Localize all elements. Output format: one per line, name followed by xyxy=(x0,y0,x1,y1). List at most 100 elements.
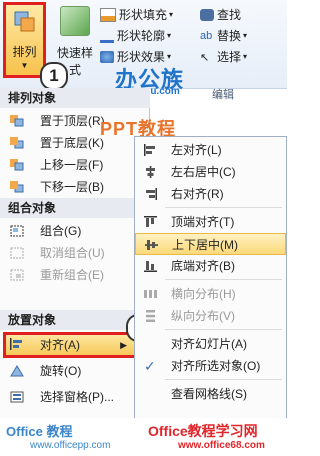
chevron-down-icon: ▾ xyxy=(167,31,172,40)
chevron-down-icon: ▾ xyxy=(169,10,174,19)
menu-item-bring-forward[interactable]: 上移一层(F) xyxy=(0,154,150,176)
divider xyxy=(165,207,282,208)
quick-style-icon xyxy=(60,6,90,36)
submenu-item-label: 对齐所选对象(O) xyxy=(171,359,261,373)
menu-item-align[interactable]: 对齐(A) ▶ xyxy=(3,332,138,358)
chevron-down-icon: ▾ xyxy=(243,52,248,61)
office-url-watermark: www.officepp.com xyxy=(30,440,111,451)
menu-item-label: 对齐(A) xyxy=(40,338,80,352)
submenu-item-label: 横向分布(H) xyxy=(171,287,236,301)
menu-item-label: 取消组合(U) xyxy=(40,246,105,260)
replace-button[interactable]: ab 替换 ▾ xyxy=(200,27,247,44)
align-middle-icon xyxy=(145,240,158,250)
distribute-horizontal-icon xyxy=(144,290,157,298)
paint-bucket-icon xyxy=(100,7,116,22)
section-header-group: 组合对象 xyxy=(0,198,150,218)
footer-watermark: Office 教程 www.officepp.com Office教程学习网 w… xyxy=(0,418,287,456)
menu-item-label: 旋转(O) xyxy=(40,364,82,378)
align-submenu: 左对齐(L) 左右居中(C) 右对齐(R) 顶端对齐(T) 上下居中(M) 底端… xyxy=(134,136,287,426)
send-backward-icon xyxy=(10,181,24,193)
align-top-icon xyxy=(144,216,157,227)
submenu-item-align-selected-objects[interactable]: ✓ 对齐所选对象(O) xyxy=(135,355,286,377)
menu-item-label: 下移一层(B) xyxy=(40,180,104,194)
submenu-item-distribute-vertical[interactable]: 纵向分布(V) xyxy=(135,305,286,327)
submenu-item-label: 顶端对齐(T) xyxy=(171,215,235,229)
office-watermark: Office 教程 xyxy=(6,424,73,439)
menu-item-rotate[interactable]: 旋转(O) ▶ xyxy=(0,360,150,382)
menu-item-label: 组合(G) xyxy=(40,224,82,238)
align-center-icon xyxy=(146,166,155,178)
menu-item-selection-pane[interactable]: 选择窗格(P)... xyxy=(0,386,150,408)
edit-group-label: 编辑 xyxy=(212,89,234,101)
selection-pane-icon xyxy=(10,391,24,403)
arrange-icon xyxy=(14,11,35,32)
align-right-icon xyxy=(146,188,157,200)
bring-forward-icon xyxy=(10,159,24,171)
replace-icon: ab xyxy=(200,29,213,42)
submenu-item-label: 左对齐(L) xyxy=(171,143,222,157)
shape-outline-button[interactable]: 形状轮廓 ▾ xyxy=(100,27,171,44)
arrange-button[interactable]: 排列 ▼ xyxy=(3,2,46,78)
submenu-item-label: 纵向分布(V) xyxy=(171,309,235,323)
checkmark-icon: ✓ xyxy=(144,358,156,374)
step-badge-1: 1 xyxy=(40,62,68,90)
arrange-label: 排列 xyxy=(12,45,37,59)
menu-item-regroup[interactable]: 重新组合(E) xyxy=(0,264,150,286)
chevron-down-icon: ▼ xyxy=(20,61,29,70)
align-left-icon xyxy=(144,144,155,156)
submenu-item-label: 右对齐(R) xyxy=(171,187,224,201)
submenu-item-align-middle[interactable]: 上下居中(M) xyxy=(135,233,286,255)
submenu-item-align-to-slide[interactable]: 对齐幻灯片(A) xyxy=(135,333,286,355)
select-label: 选择 xyxy=(217,50,242,64)
distribute-vertical-icon xyxy=(146,310,155,322)
chevron-down-icon: ▾ xyxy=(243,31,248,40)
select-button[interactable]: ↖ 选择 ▾ xyxy=(200,48,247,65)
find-button[interactable]: 查找 xyxy=(200,6,241,23)
submenu-item-label: 查看网格线(S) xyxy=(171,387,247,401)
align-icon xyxy=(10,338,22,350)
section-header-arrange: 排列对象 xyxy=(0,88,150,108)
align-bottom-icon xyxy=(144,261,157,272)
menu-item-send-backward[interactable]: 下移一层(B) xyxy=(0,176,150,198)
divider xyxy=(165,329,282,330)
submenu-item-label: 对齐幻灯片(A) xyxy=(171,337,247,351)
menu-item-label: 置于底层(K) xyxy=(40,136,104,150)
divider xyxy=(165,279,282,280)
send-to-back-icon xyxy=(10,137,24,149)
submenu-item-view-gridlines[interactable]: 查看网格线(S) xyxy=(135,383,286,405)
cursor-icon: ↖ xyxy=(200,51,210,64)
bring-to-front-icon xyxy=(10,115,24,127)
chevron-right-icon: ▶ xyxy=(120,340,127,350)
ungroup-icon xyxy=(10,247,24,259)
submenu-item-align-bottom[interactable]: 底端对齐(B) xyxy=(135,255,286,277)
submenu-item-label: 上下居中(M) xyxy=(172,238,238,252)
divider xyxy=(165,379,282,380)
menu-item-label: 置于顶层(R) xyxy=(40,114,105,128)
shape-fill-label: 形状填充 xyxy=(119,8,168,22)
submenu-item-align-top[interactable]: 顶端对齐(T) xyxy=(135,211,286,233)
shape-outline-label: 形状轮廓 xyxy=(117,29,166,43)
shape-fill-button[interactable]: 形状填充 ▾ xyxy=(100,6,173,23)
menu-item-label: 选择窗格(P)... xyxy=(40,390,114,404)
chevron-down-icon: ▾ xyxy=(167,52,172,61)
quick-style-button[interactable]: 快速样式 xyxy=(52,4,98,77)
brand-url-watermark: www.office68.com xyxy=(178,440,265,451)
pencil-icon xyxy=(100,28,114,43)
replace-label: 替换 xyxy=(217,29,242,43)
menu-item-ungroup[interactable]: 取消组合(U) xyxy=(0,242,150,264)
menu-item-group[interactable]: 组合(G) xyxy=(0,220,150,242)
regroup-icon xyxy=(10,269,24,281)
submenu-item-label: 左右居中(C) xyxy=(171,165,236,179)
submenu-item-label: 底端对齐(B) xyxy=(171,259,235,273)
menu-item-label: 重新组合(E) xyxy=(40,268,104,282)
submenu-item-align-center[interactable]: 左右居中(C) xyxy=(135,161,286,183)
menu-item-label: 上移一层(F) xyxy=(40,158,104,172)
group-icon xyxy=(10,225,24,237)
shape-effects-icon xyxy=(100,50,114,63)
submenu-item-distribute-horizontal[interactable]: 横向分布(H) xyxy=(135,283,286,305)
binoculars-icon xyxy=(200,8,214,21)
rotate-icon xyxy=(10,365,24,377)
submenu-item-align-left[interactable]: 左对齐(L) xyxy=(135,139,286,161)
submenu-item-align-right[interactable]: 右对齐(R) xyxy=(135,183,286,205)
brand-watermark: Office教程学习网 xyxy=(148,423,258,439)
